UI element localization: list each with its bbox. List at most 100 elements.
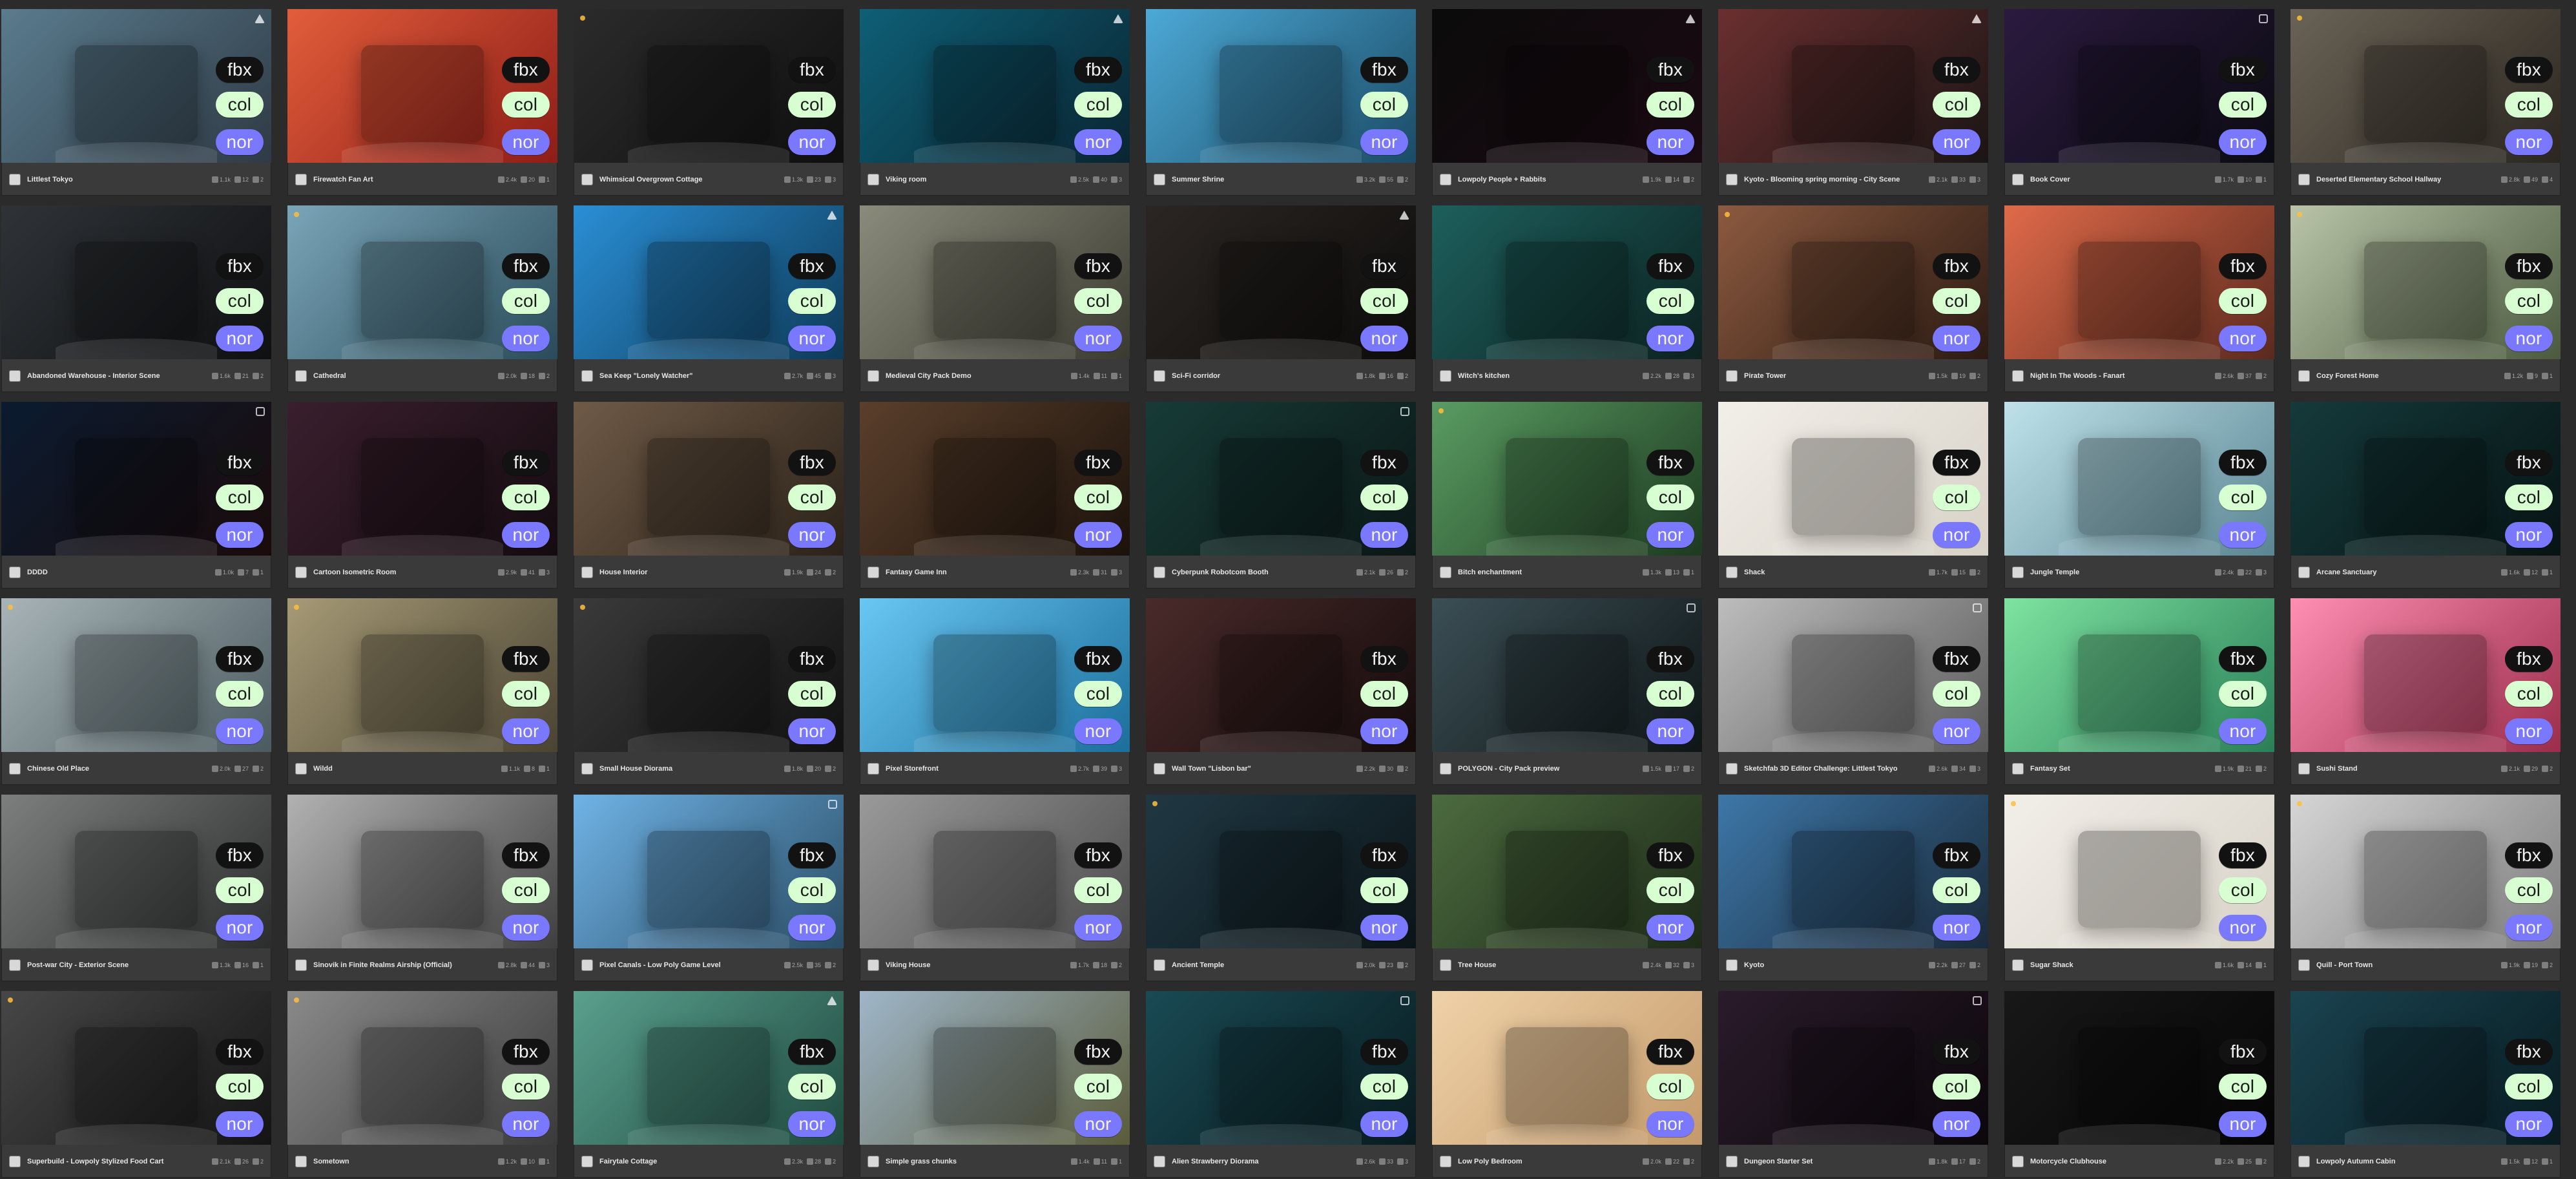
fbx-tag[interactable]: fbx — [788, 646, 836, 672]
thumbnail[interactable]: fbx col nor — [287, 795, 557, 948]
col-tag[interactable]: col — [1074, 681, 1122, 707]
nor-tag[interactable]: nor — [788, 915, 836, 941]
thumbnail[interactable]: fbx col nor — [574, 991, 844, 1145]
col-tag[interactable]: col — [2219, 485, 2267, 510]
author-avatar[interactable] — [1726, 762, 1738, 775]
nor-tag[interactable]: nor — [788, 718, 836, 744]
author-avatar[interactable] — [2298, 762, 2310, 775]
thumbnail[interactable]: fbx col nor — [2290, 991, 2560, 1145]
thumbnail[interactable]: fbx col nor — [287, 205, 557, 359]
thumbnail[interactable]: fbx col nor — [1146, 9, 1416, 163]
fbx-tag[interactable]: fbx — [1933, 646, 1980, 672]
model-card[interactable]: fbx col nor Sea Keep "Lonely Watcher" 2.7k 45… — [574, 205, 844, 392]
fbx-tag[interactable]: fbx — [502, 253, 550, 279]
col-tag[interactable]: col — [1360, 681, 1408, 707]
nor-tag[interactable]: nor — [1360, 915, 1408, 941]
model-title[interactable]: Motorcycle Clubhouse — [2030, 1158, 2208, 1165]
author-avatar[interactable] — [867, 566, 879, 578]
thumbnail[interactable]: fbx col nor — [2004, 991, 2274, 1145]
thumbnail[interactable]: fbx col nor — [2290, 598, 2560, 752]
col-tag[interactable]: col — [216, 681, 264, 707]
author-avatar[interactable] — [295, 762, 307, 775]
model-card[interactable]: fbx col nor Jungle Temple 2.4k 22 3 — [2004, 402, 2274, 589]
fbx-tag[interactable]: fbx — [2219, 1039, 2267, 1065]
thumbnail[interactable]: fbx col nor — [1146, 205, 1416, 359]
nor-tag[interactable]: nor — [1360, 129, 1408, 155]
nor-tag[interactable]: nor — [1646, 129, 1694, 155]
thumbnail[interactable]: fbx col nor — [287, 9, 557, 163]
model-title[interactable]: Fantasy Game Inn — [886, 569, 1064, 576]
author-avatar[interactable] — [1154, 566, 1165, 578]
fbx-tag[interactable]: fbx — [2219, 57, 2267, 83]
thumbnail[interactable]: fbx col nor — [2290, 795, 2560, 948]
col-tag[interactable]: col — [502, 92, 550, 118]
thumbnail[interactable]: fbx col nor — [860, 402, 1130, 556]
model-card[interactable]: fbx col nor Pixel Storefront 2.7k 39 3 — [860, 598, 1130, 785]
nor-tag[interactable]: nor — [788, 326, 836, 351]
col-tag[interactable]: col — [1074, 877, 1122, 903]
model-title[interactable]: Sketchfab 3D Editor Challenge: Littlest … — [1744, 765, 1922, 773]
model-card[interactable]: fbx col nor Ancient Temple 2.0k 23 2 — [1146, 795, 1416, 981]
thumbnail[interactable]: fbx col nor — [1432, 991, 1702, 1145]
nor-tag[interactable]: nor — [788, 1111, 836, 1137]
nor-tag[interactable]: nor — [216, 326, 264, 351]
fbx-tag[interactable]: fbx — [1360, 1039, 1408, 1065]
fbx-tag[interactable]: fbx — [1933, 842, 1980, 868]
col-tag[interactable]: col — [788, 681, 836, 707]
nor-tag[interactable]: nor — [216, 1111, 264, 1137]
nor-tag[interactable]: nor — [2505, 718, 2553, 744]
model-card[interactable]: fbx col nor Shack 1.7k 15 2 — [1718, 402, 1988, 589]
nor-tag[interactable]: nor — [1933, 326, 1980, 351]
model-card[interactable]: fbx col nor Sometown 1.2k 10 1 — [287, 991, 557, 1178]
col-tag[interactable]: col — [1646, 1074, 1694, 1100]
author-avatar[interactable] — [2298, 1155, 2310, 1167]
thumbnail[interactable]: fbx col nor — [1, 205, 271, 359]
author-avatar[interactable] — [2298, 959, 2310, 971]
fbx-tag[interactable]: fbx — [216, 842, 264, 868]
fbx-tag[interactable]: fbx — [1933, 1039, 1980, 1065]
thumbnail[interactable]: fbx col nor — [1432, 402, 1702, 556]
nor-tag[interactable]: nor — [1933, 718, 1980, 744]
fbx-tag[interactable]: fbx — [2505, 1039, 2553, 1065]
model-card[interactable]: fbx col nor Kyoto 2.2k 27 2 — [1718, 795, 1988, 981]
model-title[interactable]: Shack — [1744, 569, 1922, 576]
thumbnail[interactable]: fbx col nor — [1146, 402, 1416, 556]
author-avatar[interactable] — [295, 173, 307, 185]
col-tag[interactable]: col — [2219, 681, 2267, 707]
fbx-tag[interactable]: fbx — [1360, 253, 1408, 279]
fbx-tag[interactable]: fbx — [1360, 646, 1408, 672]
thumbnail[interactable]: fbx col nor — [860, 598, 1130, 752]
nor-tag[interactable]: nor — [788, 522, 836, 548]
col-tag[interactable]: col — [1646, 681, 1694, 707]
fbx-tag[interactable]: fbx — [1646, 842, 1694, 868]
model-title[interactable]: House Interior — [599, 569, 778, 576]
nor-tag[interactable]: nor — [2505, 129, 2553, 155]
nor-tag[interactable]: nor — [2505, 1111, 2553, 1137]
nor-tag[interactable]: nor — [502, 129, 550, 155]
thumbnail[interactable]: fbx col nor — [1718, 205, 1988, 359]
thumbnail[interactable]: fbx col nor — [1, 402, 271, 556]
author-avatar[interactable] — [9, 173, 21, 185]
author-avatar[interactable] — [1440, 1155, 1451, 1167]
model-card[interactable]: fbx col nor POLYGON - City Pack preview 1.5k… — [1432, 598, 1702, 785]
model-card[interactable]: fbx col nor Abandoned Warehouse - Interior … — [1, 205, 271, 392]
model-card[interactable]: fbx col nor Viking room 2.5k 40 3 — [860, 9, 1130, 196]
model-card[interactable]: fbx col nor Kyoto - Blooming spring morning… — [1718, 9, 1988, 196]
thumbnail[interactable]: fbx col nor — [2004, 598, 2274, 752]
model-title[interactable]: Fairytale Cottage — [599, 1158, 778, 1165]
col-tag[interactable]: col — [216, 877, 264, 903]
nor-tag[interactable]: nor — [216, 129, 264, 155]
model-card[interactable]: fbx col nor Cartoon Isometric Room 2.9k 41 3 — [287, 402, 557, 589]
model-card[interactable]: fbx col nor Wildd 1.1k 8 1 — [287, 598, 557, 785]
col-tag[interactable]: col — [2219, 1074, 2267, 1100]
model-card[interactable]: fbx col nor Deserted Elementary School Hall… — [2290, 9, 2560, 196]
thumbnail[interactable]: fbx col nor — [1, 795, 271, 948]
thumbnail[interactable]: fbx col nor — [1718, 795, 1988, 948]
thumbnail[interactable]: fbx col nor — [1, 598, 271, 752]
nor-tag[interactable]: nor — [2219, 129, 2267, 155]
fbx-tag[interactable]: fbx — [216, 253, 264, 279]
model-card[interactable]: fbx col nor Small House Diorama 1.8k 20 2 — [574, 598, 844, 785]
model-card[interactable]: fbx col nor Low Poly Bedroom 2.0k 22 2 — [1432, 991, 1702, 1178]
col-tag[interactable]: col — [1933, 288, 1980, 314]
col-tag[interactable]: col — [216, 485, 264, 510]
